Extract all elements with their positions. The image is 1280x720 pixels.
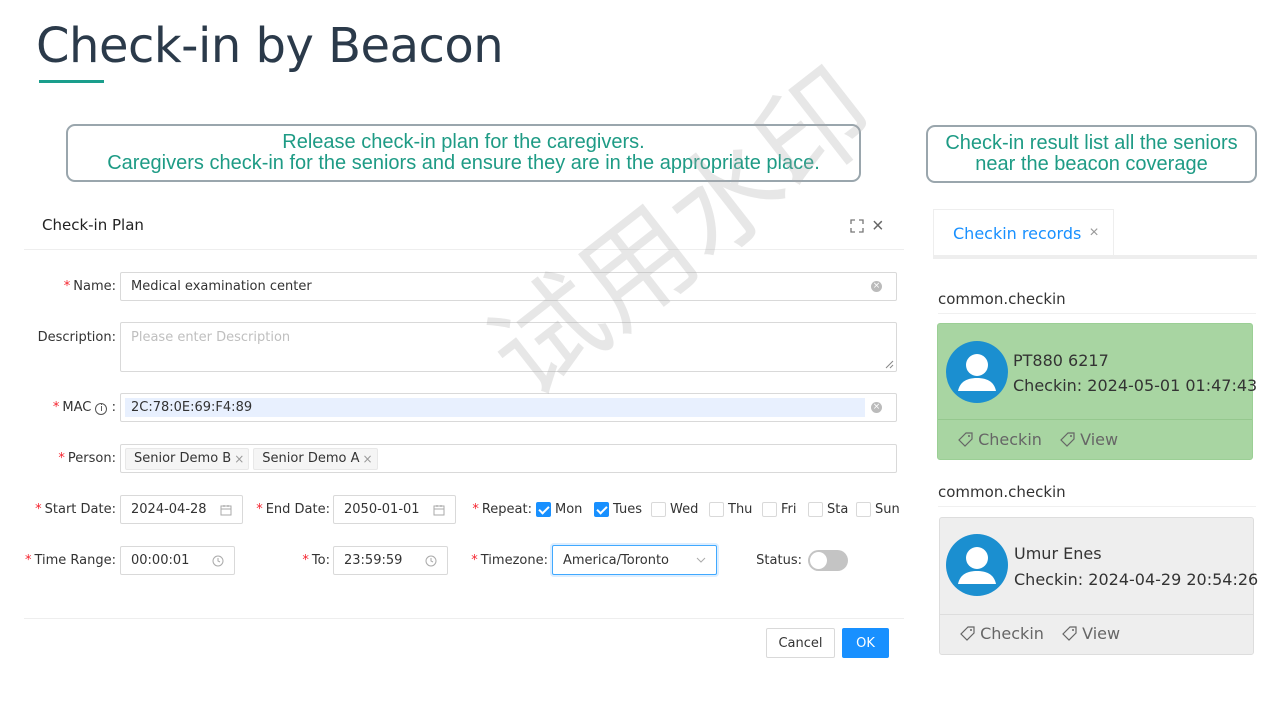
title-underline [39,80,104,83]
card-divider [940,614,1253,615]
close-icon[interactable]: × [872,216,884,236]
end-time-value: 23:59:59 [344,553,403,568]
view-action[interactable]: View [1062,624,1120,643]
tab-close-icon[interactable]: × [1089,224,1098,242]
tag-icon [958,432,973,447]
status-label: Status: [756,553,802,568]
tab-label: Checkin records [953,223,1082,243]
person-tag[interactable]: Senior Demo A × [253,447,378,470]
repeat-sta[interactable]: Sta [808,501,848,519]
callout-result-line1: Check-in result list all the seniors [945,132,1238,154]
callout-plan: Release check-in plan for the caregivers… [66,124,861,182]
callout-result-line2: near the beacon coverage [975,153,1208,175]
section-title: common.checkin [938,483,1066,501]
status-toggle[interactable] [808,550,848,571]
slide-title: Check-in by Beacon [36,18,504,74]
callout-plan-line1: Release check-in plan for the caregivers… [282,131,645,153]
repeat-sun[interactable]: Sun [856,501,900,519]
avatar [946,534,1008,596]
card-divider [938,419,1252,420]
chevron-down-icon [696,557,706,563]
record-name: Umur Enes [1014,544,1102,563]
record-name: PT880 6217 [1013,351,1109,370]
callout-result: Check-in result list all the seniors nea… [926,125,1257,183]
dialog-footer-divider [24,618,904,619]
record-checkin-time: Checkin: 2024-04-29 20:54:26 [1014,570,1259,589]
section-divider [938,313,1256,314]
repeat-thu[interactable]: Thu [709,501,752,519]
end-date-picker[interactable]: 2050-01-01 [333,495,456,524]
start-time-picker[interactable]: 00:00:01 [120,546,235,575]
timezone-value: America/Toronto [563,552,669,568]
start-time-value: 00:00:01 [131,553,190,568]
description-textarea[interactable]: Please enter Description [120,322,897,372]
timezone-select[interactable]: America/Toronto [552,545,717,575]
name-value: Medical examination center [131,279,312,294]
description-label: Description: [37,330,116,345]
mac-value: 2C:78:0E:69:F4:89 [125,398,865,417]
time-range-label: * Time Range: [24,553,116,568]
start-date-picker[interactable]: 2024-04-28 [120,495,243,524]
clock-icon [212,555,224,567]
view-action[interactable]: View [1060,430,1118,449]
tag-close-icon[interactable]: × [234,452,244,466]
checkin-action[interactable]: Checkin [958,430,1042,449]
checkbox-mon[interactable] [536,502,551,518]
person-label: * Person: [58,451,116,466]
end-time-picker[interactable]: 23:59:59 [333,546,448,575]
to-label: * To: [302,553,330,568]
mac-label: * MAC i : [52,400,116,415]
timezone-label: * Timezone: [471,553,548,568]
checkbox-wed[interactable] [651,502,666,518]
toggle-knob [810,552,827,569]
callout-plan-line2: Caregivers check-in for the seniors and … [107,152,820,174]
section-title: common.checkin [938,290,1066,308]
checkbox-tues[interactable] [594,502,609,518]
fullscreen-icon[interactable] [850,219,864,238]
info-icon[interactable]: i [95,403,108,415]
repeat-tues[interactable]: Tues [594,501,642,519]
calendar-icon [433,505,445,516]
checkin-action[interactable]: Checkin [960,624,1044,643]
start-date-value: 2024-04-28 [131,502,207,517]
clear-icon[interactable]: × [871,281,882,292]
record-card[interactable]: PT880 6217 Checkin: 2024-05-01 01:47:43 … [937,323,1257,460]
cancel-button[interactable]: Cancel [766,628,835,658]
repeat-label: * Repeat: [472,502,532,517]
tag-close-icon[interactable]: × [362,452,372,466]
tab-bar-divider [933,255,1257,259]
dialog-title: Check-in Plan [42,216,144,234]
start-date-label: * Start Date: [35,502,116,517]
checkbox-sun[interactable] [856,502,871,518]
name-label: * Name: [63,279,116,294]
section-divider [938,506,1256,507]
clock-icon [425,555,437,567]
tab-checkin-records[interactable]: Checkin records × [933,209,1114,256]
clear-icon[interactable]: × [871,402,882,413]
person-select[interactable]: Senior Demo B × Senior Demo A × [120,444,897,473]
repeat-fri[interactable]: Fri [762,501,797,519]
tag-icon [1060,432,1075,447]
description-placeholder: Please enter Description [131,330,291,345]
name-input[interactable]: Medical examination center × [120,272,897,301]
repeat-wed[interactable]: Wed [651,501,698,519]
tag-icon [1062,626,1077,641]
record-checkin-time: Checkin: 2024-05-01 01:47:43 [1013,376,1258,395]
repeat-mon[interactable]: Mon [536,501,582,519]
calendar-icon [220,505,232,516]
end-date-value: 2050-01-01 [344,502,420,517]
checkbox-sta[interactable] [808,502,823,518]
dialog-header-divider [24,249,904,250]
checkbox-thu[interactable] [709,502,724,518]
record-card[interactable]: Umur Enes Checkin: 2024-04-29 20:54:26 C… [939,517,1258,655]
ok-button[interactable]: OK [842,628,889,658]
avatar [946,341,1008,403]
person-tag[interactable]: Senior Demo B × [125,447,250,470]
checkbox-fri[interactable] [762,502,777,518]
resize-handle-icon[interactable] [884,359,894,369]
end-date-label: * End Date: [256,502,330,517]
mac-input[interactable]: 2C:78:0E:69:F4:89 × [120,393,897,422]
tag-icon [960,626,975,641]
